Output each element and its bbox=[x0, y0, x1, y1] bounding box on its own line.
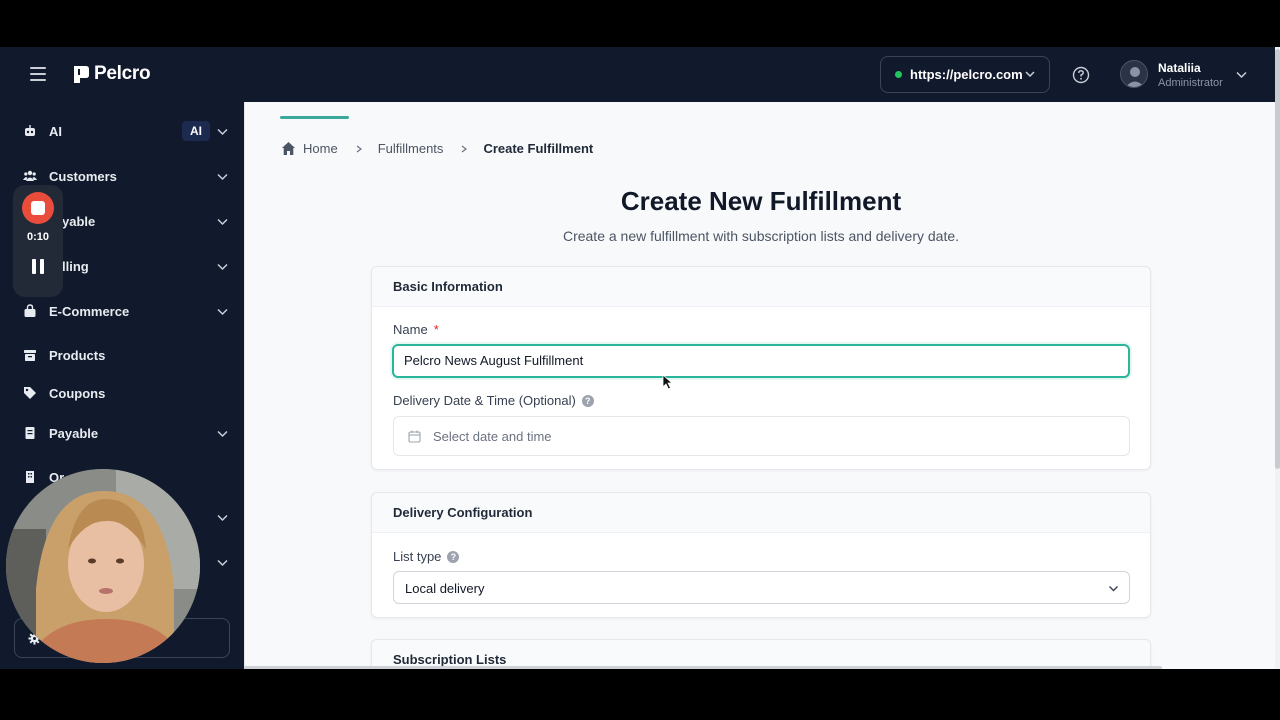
building-icon bbox=[26, 471, 34, 483]
chevron-down-icon bbox=[1025, 71, 1035, 78]
recording-timer: 0:10 bbox=[26, 231, 50, 243]
recording-controls: 0:10 bbox=[13, 185, 63, 297]
help-icon[interactable] bbox=[1072, 66, 1090, 84]
chevron-down-icon bbox=[1109, 586, 1118, 592]
sidebar-item-label: lling bbox=[62, 258, 89, 274]
name-label-text: Name bbox=[393, 322, 428, 337]
webcam-person-image bbox=[6, 469, 200, 663]
date-placeholder: Select date and time bbox=[433, 429, 552, 444]
shopping-bag-icon bbox=[24, 304, 36, 317]
logo-text: Pelcro bbox=[94, 63, 151, 84]
pelcro-logo[interactable]: Pelcro bbox=[72, 63, 151, 85]
chevron-down-icon[interactable] bbox=[217, 512, 228, 523]
sidebar-item-label: Coupons bbox=[49, 385, 106, 401]
delivery-label-text: Delivery Date & Time (Optional) bbox=[393, 393, 576, 408]
mouse-cursor-icon bbox=[662, 374, 674, 390]
stop-icon bbox=[31, 201, 45, 215]
chevron-right-icon bbox=[462, 145, 468, 152]
scrollbar-thumb[interactable] bbox=[1275, 49, 1280, 469]
breadcrumb: Home Fulfillments Create Fulfillment bbox=[281, 141, 593, 156]
name-input[interactable]: Pelcro News August Fulfillment bbox=[392, 344, 1130, 378]
site-url: https://pelcro.com bbox=[910, 67, 1023, 82]
video-frame: Pelcro https://pelcro.com Nataliia Admin… bbox=[0, 0, 1280, 720]
card-heading: Basic Information bbox=[372, 267, 1150, 307]
page-subtitle: Create a new fulfillment with subscripti… bbox=[562, 228, 960, 244]
webcam-bubble[interactable] bbox=[6, 469, 200, 663]
chevron-down-icon bbox=[217, 430, 228, 437]
breadcrumb-current: Create Fulfillment bbox=[483, 141, 594, 156]
main-content: Home Fulfillments Create Fulfillment Cre… bbox=[244, 102, 1280, 669]
name-label: Name * bbox=[393, 322, 439, 337]
list-type-label: List type ? bbox=[393, 549, 460, 564]
breadcrumb-home[interactable]: Home bbox=[303, 141, 338, 156]
card-heading: Delivery Configuration bbox=[372, 493, 1150, 533]
top-bar: Pelcro https://pelcro.com Nataliia Admin… bbox=[0, 47, 1280, 102]
chevron-right-icon bbox=[356, 145, 362, 152]
delivery-configuration-card: Delivery Configuration List type ? Local… bbox=[371, 492, 1151, 618]
user-role: Administrator bbox=[1158, 77, 1223, 89]
list-type-value: Local delivery bbox=[405, 581, 485, 596]
sidebar-item-ai[interactable]: AI AI bbox=[0, 113, 244, 149]
page-title: Create New Fulfillment bbox=[620, 186, 902, 216]
pelcro-logo-icon bbox=[74, 66, 89, 83]
sidebar-item-label: Payable bbox=[49, 425, 99, 441]
ai-badge: AI bbox=[182, 121, 210, 141]
app-window: Pelcro https://pelcro.com Nataliia Admin… bbox=[0, 47, 1280, 669]
help-icon[interactable]: ? bbox=[581, 394, 594, 407]
subscription-lists-card: Subscription Lists bbox=[371, 639, 1151, 669]
progress-indicator bbox=[280, 116, 349, 119]
pause-icon[interactable] bbox=[32, 259, 44, 274]
delivery-date-picker[interactable]: Select date and time bbox=[393, 416, 1130, 456]
sidebar-item-label: Customers bbox=[49, 168, 117, 184]
basic-information-card: Basic Information Name * Pelcro News Augu… bbox=[371, 266, 1151, 470]
user-name[interactable]: Nataliia bbox=[1158, 61, 1201, 75]
user-icon bbox=[1125, 67, 1145, 87]
vertical-scrollbar[interactable] bbox=[1275, 47, 1280, 669]
receipt-icon bbox=[25, 427, 35, 439]
card-heading: Subscription Lists bbox=[372, 640, 1150, 669]
robot-icon bbox=[25, 125, 35, 136]
chevron-down-icon bbox=[217, 263, 228, 270]
chevron-down-icon[interactable] bbox=[217, 557, 228, 568]
sidebar-item-label: yable bbox=[62, 213, 96, 229]
help-icon[interactable]: ? bbox=[447, 550, 460, 563]
chevron-down-icon bbox=[217, 218, 228, 225]
tags-icon bbox=[24, 387, 36, 399]
sidebar-item-payable[interactable]: Payable bbox=[0, 415, 244, 451]
chevron-down-icon bbox=[217, 308, 228, 315]
sidebar-item-coupons[interactable]: Coupons bbox=[0, 375, 244, 411]
horizontal-scrollbar[interactable] bbox=[244, 666, 1162, 669]
sidebar-item-products[interactable]: Products bbox=[0, 337, 244, 373]
sidebar-item-ecommerce[interactable]: E-Commerce bbox=[0, 293, 244, 329]
calendar-icon bbox=[408, 430, 421, 443]
chevron-down-icon bbox=[217, 173, 228, 180]
stop-recording-button[interactable] bbox=[22, 192, 54, 224]
avatar[interactable] bbox=[1120, 60, 1148, 88]
status-dot bbox=[895, 71, 902, 78]
list-type-select[interactable]: Local delivery bbox=[393, 571, 1130, 604]
chevron-down-icon[interactable] bbox=[1236, 69, 1247, 80]
menu-icon[interactable] bbox=[30, 67, 46, 81]
required-mark: * bbox=[433, 322, 439, 337]
site-selector[interactable]: https://pelcro.com bbox=[880, 56, 1050, 93]
delivery-label: Delivery Date & Time (Optional) ? bbox=[393, 393, 594, 408]
breadcrumb-fulfillments[interactable]: Fulfillments bbox=[378, 141, 444, 156]
list-type-label-text: List type bbox=[393, 549, 442, 564]
sidebar-item-label: Products bbox=[49, 347, 106, 363]
sidebar-item-label: E-Commerce bbox=[49, 303, 130, 319]
users-icon bbox=[23, 170, 37, 181]
box-icon bbox=[24, 350, 36, 361]
sidebar-item-label: AI bbox=[49, 123, 62, 139]
chevron-down-icon bbox=[217, 128, 228, 135]
home-icon[interactable] bbox=[281, 141, 296, 156]
